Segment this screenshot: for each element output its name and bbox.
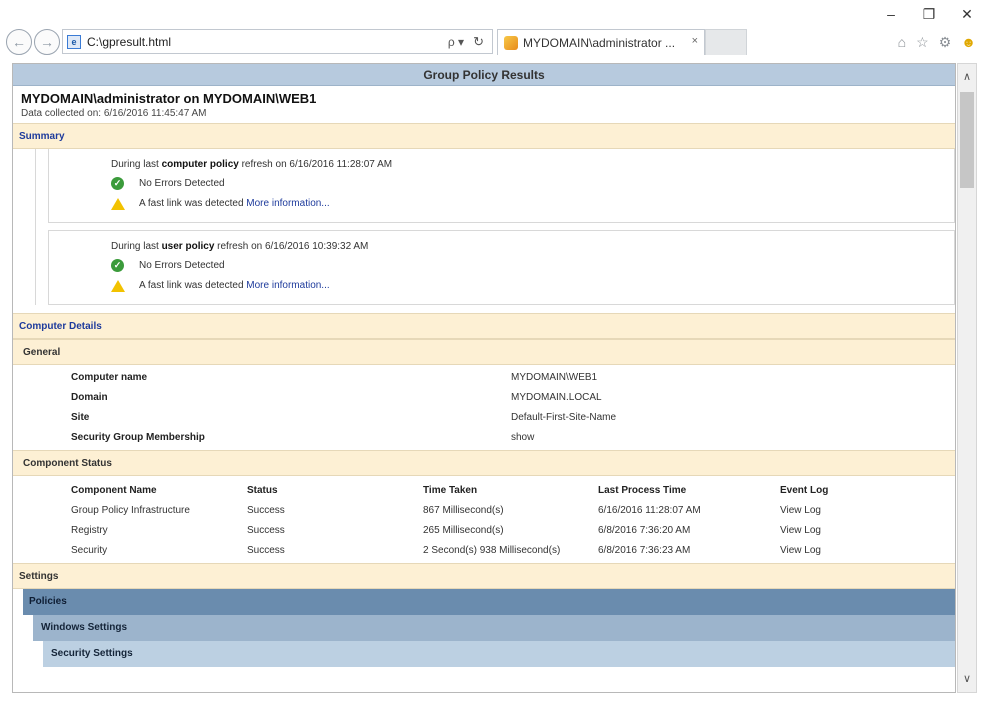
- data-collected-text: Data collected on: 6/16/2016 11:45:47 AM: [21, 108, 207, 119]
- table-row: Security Success 2 Second(s) 938 Millise…: [13, 540, 930, 560]
- no-errors-item: ✓ No Errors Detected: [111, 256, 954, 276]
- user-policy-refresh-line: During last user policy refresh on 6/16/…: [111, 241, 369, 252]
- table-header-row: Component Name Status Time Taken Last Pr…: [13, 480, 930, 500]
- table-row: Site Default-First-Site-Name: [13, 407, 955, 427]
- report-title: Group Policy Results: [13, 64, 955, 86]
- component-status-table: Component Name Status Time Taken Last Pr…: [13, 480, 930, 560]
- section-summary[interactable]: Summary: [13, 123, 955, 149]
- table-row: Security Group Membership show: [13, 427, 955, 447]
- success-check-icon: ✓: [111, 177, 124, 190]
- no-errors-item: ✓ No Errors Detected: [111, 174, 954, 194]
- computer-name-label: Computer name: [71, 371, 148, 383]
- back-button[interactable]: ←: [6, 29, 32, 55]
- back-arrow-icon: ←: [12, 34, 26, 50]
- scroll-down-icon[interactable]: ∨: [958, 670, 976, 688]
- domain-value: MYDOMAIN.LOCAL: [511, 391, 602, 403]
- table-row: Group Policy Infrastructure Success 867 …: [13, 500, 930, 520]
- page-content: Group Policy Results MYDOMAIN\administra…: [12, 63, 956, 693]
- section-security-settings[interactable]: Security Settings: [43, 641, 955, 667]
- tab-title: MYDOMAIN\administrator ...: [523, 36, 676, 50]
- tab-favicon-icon: [504, 36, 518, 50]
- computer-policy-summary: During last computer policy refresh on 6…: [48, 149, 955, 223]
- search-dropdown-icon[interactable]: ρ ▾: [448, 35, 464, 49]
- warning-icon: [111, 198, 125, 210]
- table-row: Computer name MYDOMAIN\WEB1: [13, 367, 955, 387]
- section-policies[interactable]: Policies: [23, 589, 955, 615]
- time-taken-cell: 867 Millisecond(s): [423, 504, 504, 516]
- component-name-cell: Security: [71, 544, 108, 556]
- more-information-link[interactable]: More information...: [246, 198, 329, 209]
- browser-right-icons: ⌂ ☆ ⚙ ☻: [898, 34, 976, 51]
- settings-gear-icon[interactable]: ⚙: [939, 34, 952, 51]
- window-controls: – ❐ ✕: [884, 6, 974, 23]
- vertical-scrollbar[interactable]: ∧ ∨: [957, 63, 977, 693]
- restore-button[interactable]: ❐: [922, 6, 936, 23]
- tab-close-icon[interactable]: ×: [692, 35, 698, 47]
- table-row: Domain MYDOMAIN.LOCAL: [13, 387, 955, 407]
- site-value: Default-First-Site-Name: [511, 411, 617, 423]
- section-settings[interactable]: Settings: [13, 563, 955, 589]
- status-cell: Success: [247, 504, 285, 516]
- site-label: Site: [71, 411, 90, 423]
- general-table: Computer name MYDOMAIN\WEB1 Domain MYDOM…: [13, 367, 955, 447]
- user-policy-summary: During last user policy refresh on 6/16/…: [48, 230, 955, 305]
- section-computer-details[interactable]: Computer Details: [13, 313, 955, 339]
- time-taken-cell: 265 Millisecond(s): [423, 524, 504, 536]
- view-log-link[interactable]: View Log: [780, 540, 930, 560]
- forward-arrow-icon: →: [40, 34, 54, 50]
- component-name-cell: Registry: [71, 524, 108, 536]
- column-header: Last Process Time: [598, 484, 687, 496]
- section-windows-settings[interactable]: Windows Settings: [33, 615, 955, 641]
- scrollbar-thumb[interactable]: [960, 92, 974, 188]
- last-process-time-link[interactable]: 6/8/2016 7:36:23 AM: [598, 540, 780, 560]
- status-cell: Success: [247, 524, 285, 536]
- section-component-status[interactable]: Component Status: [13, 450, 955, 476]
- last-process-time-link[interactable]: 6/16/2016 11:28:07 AM: [598, 500, 780, 520]
- summary-area: During last computer policy refresh on 6…: [35, 149, 955, 305]
- status-cell: Success: [247, 544, 285, 556]
- report-heading: MYDOMAIN\administrator on MYDOMAIN\WEB1: [21, 91, 317, 106]
- browser-toolbar: ← → e C:\gpresult.html ρ ▾ ↻ MYDOMAIN\ad…: [0, 26, 984, 60]
- column-header: Time Taken: [423, 484, 478, 496]
- forward-button[interactable]: →: [34, 29, 60, 55]
- refresh-icon[interactable]: ↻: [473, 34, 484, 50]
- column-header: Status: [247, 484, 278, 496]
- home-icon[interactable]: ⌂: [898, 34, 906, 51]
- minimize-button[interactable]: –: [884, 6, 898, 23]
- address-text[interactable]: C:\gpresult.html: [87, 35, 171, 49]
- close-button[interactable]: ✕: [960, 6, 974, 23]
- browser-tab[interactable]: MYDOMAIN\administrator ... ×: [497, 29, 705, 55]
- feedback-smiley-icon[interactable]: ☻: [961, 34, 976, 51]
- warning-icon: [111, 280, 125, 292]
- show-link[interactable]: show: [511, 427, 955, 447]
- computer-name-value: MYDOMAIN\WEB1: [511, 371, 598, 383]
- time-taken-cell: 2 Second(s) 938 Millisecond(s): [423, 544, 561, 556]
- computer-policy-refresh-line: During last computer policy refresh on 6…: [111, 159, 393, 170]
- address-bar[interactable]: e C:\gpresult.html ρ ▾ ↻: [62, 29, 493, 54]
- domain-label: Domain: [71, 391, 108, 403]
- column-header: Event Log: [780, 484, 829, 496]
- new-tab-button[interactable]: [705, 29, 747, 55]
- view-log-link[interactable]: View Log: [780, 520, 930, 540]
- star-icon[interactable]: ☆: [916, 34, 929, 51]
- success-check-icon: ✓: [111, 259, 124, 272]
- view-log-link[interactable]: View Log: [780, 500, 930, 520]
- fast-link-item: A fast link was detected More informatio…: [111, 276, 954, 296]
- column-header: Component Name: [71, 484, 157, 496]
- security-group-membership-label: Security Group Membership: [71, 431, 205, 443]
- component-name-cell: Group Policy Infrastructure: [71, 504, 190, 516]
- last-process-time-link[interactable]: 6/8/2016 7:36:20 AM: [598, 520, 780, 540]
- more-information-link[interactable]: More information...: [246, 280, 329, 291]
- fast-link-item: A fast link was detected More informatio…: [111, 194, 954, 214]
- section-general[interactable]: General: [13, 339, 955, 365]
- table-row: Registry Success 265 Millisecond(s) 6/8/…: [13, 520, 930, 540]
- scroll-up-icon[interactable]: ∧: [958, 68, 976, 86]
- page-icon: e: [67, 35, 81, 49]
